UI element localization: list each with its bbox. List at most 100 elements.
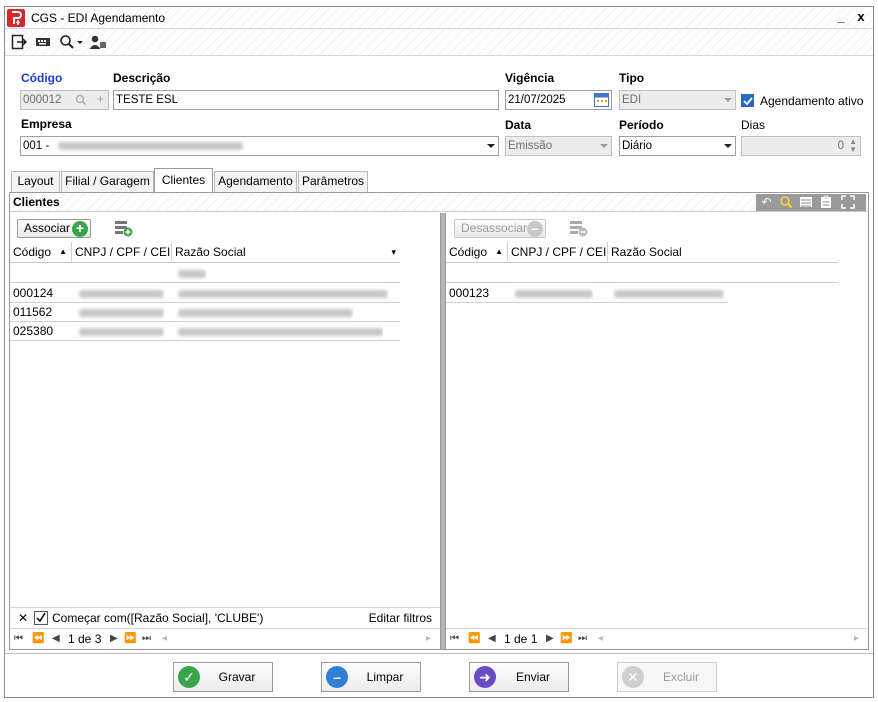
- table-row[interactable]: 000124: [10, 284, 400, 303]
- chevron-down-icon: [487, 144, 495, 148]
- scroll-left-icon[interactable]: ◂: [162, 633, 167, 644]
- col-razao-social[interactable]: Razão Social ▾: [172, 242, 400, 263]
- close-button[interactable]: x: [853, 8, 869, 26]
- remove-list-icon[interactable]: [569, 219, 589, 240]
- desassociar-button[interactable]: Desassociar –: [454, 219, 546, 238]
- last-page-icon[interactable]: ⏭: [578, 633, 587, 644]
- first-page-icon[interactable]: ⏮: [14, 633, 23, 644]
- undo-icon[interactable]: ↶: [759, 195, 774, 210]
- gravar-button[interactable]: ✓ Gravar: [173, 662, 273, 692]
- descricao-label: Descrição: [113, 71, 171, 85]
- user-icon[interactable]: [89, 34, 107, 52]
- associar-button[interactable]: Associar +: [17, 219, 91, 238]
- clear-filter-icon[interactable]: ✕: [18, 611, 28, 625]
- next-page-group-icon[interactable]: ⏩: [124, 633, 136, 644]
- limpar-label: Limpar: [366, 670, 404, 684]
- table-row[interactable]: 011562: [10, 303, 400, 322]
- redacted-text: [178, 269, 206, 278]
- tab-filial-garagem[interactable]: Filial / Garagem: [61, 171, 154, 192]
- filter-text: Começar com([Razão Social], 'CLUBE'): [52, 611, 264, 625]
- row-codigo: 000124: [13, 286, 54, 300]
- tab-clientes[interactable]: Clientes: [154, 168, 213, 193]
- col-codigo[interactable]: Código ▲: [446, 242, 508, 263]
- prev-page-icon[interactable]: ◀: [488, 633, 496, 644]
- excluir-label: Excluir: [662, 670, 699, 684]
- next-page-icon[interactable]: ▶: [110, 633, 118, 644]
- vigencia-label: Vigência: [505, 71, 555, 85]
- filter-icon[interactable]: ▾: [391, 242, 396, 262]
- exit-icon[interactable]: [11, 34, 29, 52]
- toolbar: [5, 30, 873, 56]
- col-codigo[interactable]: Código ▲: [10, 242, 72, 263]
- add-circle-icon: +: [72, 221, 88, 237]
- periodo-select[interactable]: Diário: [619, 136, 736, 156]
- excluir-button[interactable]: ✕ Excluir: [617, 662, 717, 692]
- data-select[interactable]: Emissão: [505, 136, 612, 156]
- scroll-right-icon[interactable]: ▸: [426, 633, 431, 644]
- left-pager: ⏮ ⏪ ◀ 1 de 3 ▶ ⏩ ⏭ ◂ ▸: [10, 628, 440, 648]
- descricao-input[interactable]: TESTE ESL: [113, 90, 499, 110]
- next-page-icon[interactable]: ▶: [546, 633, 554, 644]
- redacted-text: [79, 289, 164, 298]
- minimize-button[interactable]: _: [833, 8, 849, 26]
- filter-row[interactable]: [10, 264, 400, 283]
- associar-label: Associar: [24, 221, 71, 235]
- sort-asc-icon: ▲: [59, 247, 67, 256]
- expand-icon[interactable]: [840, 195, 855, 210]
- edit-filters-link[interactable]: Editar filtros: [369, 611, 432, 625]
- agendamento-ativo-label: Agendamento ativo: [760, 94, 864, 108]
- filter-row[interactable]: [446, 264, 838, 283]
- tipo-select[interactable]: EDI: [619, 90, 736, 110]
- redacted-text: [614, 289, 724, 298]
- tab-layout[interactable]: Layout: [11, 171, 60, 192]
- chevron-down-icon: [724, 144, 732, 148]
- calendar-icon[interactable]: [594, 93, 609, 109]
- page-indicator: 1 de 3: [68, 632, 102, 646]
- empresa-value: 001 -: [23, 140, 50, 152]
- periodo-label: Período: [619, 118, 664, 132]
- plus-icon[interactable]: +: [97, 91, 104, 109]
- keyboard-icon[interactable]: [35, 34, 53, 52]
- row-codigo: 000123: [449, 286, 490, 300]
- col-cnpj[interactable]: CNPJ / CPF / CEI: [508, 242, 608, 263]
- codigo-value: 000012: [23, 94, 62, 106]
- chevron-down-icon: [600, 144, 608, 148]
- footer-bar: ✓ Gravar – Limpar ➜ Enviar ✕ Excluir: [5, 653, 873, 697]
- limpar-button[interactable]: – Limpar: [321, 662, 421, 692]
- vigencia-date-input[interactable]: 21/07/2025: [505, 90, 612, 110]
- list-icon[interactable]: [798, 195, 813, 210]
- right-grid-header: Código ▲ CNPJ / CPF / CEI Razão Social: [446, 242, 838, 263]
- delete-icon: ✕: [622, 666, 644, 688]
- col-razao-social[interactable]: Razão Social: [608, 242, 838, 263]
- prev-page-icon[interactable]: ◀: [52, 633, 60, 644]
- empresa-select[interactable]: 001 -: [20, 136, 499, 156]
- sort-asc-icon: ▲: [495, 247, 503, 256]
- table-row[interactable]: 025380: [10, 322, 400, 341]
- page-indicator: 1 de 1: [504, 632, 538, 646]
- remove-circle-icon: –: [527, 221, 543, 237]
- scroll-left-icon[interactable]: ◂: [598, 633, 603, 644]
- search-icon[interactable]: [75, 91, 87, 109]
- enviar-button[interactable]: ➜ Enviar: [469, 662, 569, 692]
- agendamento-ativo-checkbox[interactable]: [741, 94, 754, 107]
- spinner-arrows-icon[interactable]: ▲ ▼: [849, 138, 857, 154]
- tab-parametros[interactable]: Parâmetros: [298, 171, 368, 192]
- add-list-icon[interactable]: [114, 219, 134, 240]
- table-row[interactable]: 000123: [446, 284, 728, 303]
- dias-spinner[interactable]: 0 ▲ ▼: [741, 136, 861, 156]
- filter-checkbox[interactable]: [34, 611, 48, 625]
- col-cnpj[interactable]: CNPJ / CPF / CEI: [72, 242, 172, 263]
- periodo-value: Diário: [622, 140, 653, 152]
- last-page-icon[interactable]: ⏭: [142, 633, 151, 644]
- tab-agendamento[interactable]: Agendamento: [214, 171, 297, 192]
- search-icon[interactable]: [778, 195, 793, 210]
- prev-page-group-icon[interactable]: ⏪: [32, 633, 44, 644]
- next-page-group-icon[interactable]: ⏩: [560, 633, 572, 644]
- search-dropdown-icon[interactable]: [59, 34, 85, 52]
- first-page-icon[interactable]: ⏮: [450, 633, 459, 644]
- scroll-right-icon[interactable]: ▸: [854, 633, 859, 644]
- prev-page-group-icon[interactable]: ⏪: [468, 633, 480, 644]
- clipboard-icon[interactable]: [818, 195, 833, 210]
- codigo-field[interactable]: 000012 +: [20, 90, 109, 110]
- available-clients-pane: Associar + Código ▲ CNPJ / CPF / CEI Raz…: [10, 213, 440, 649]
